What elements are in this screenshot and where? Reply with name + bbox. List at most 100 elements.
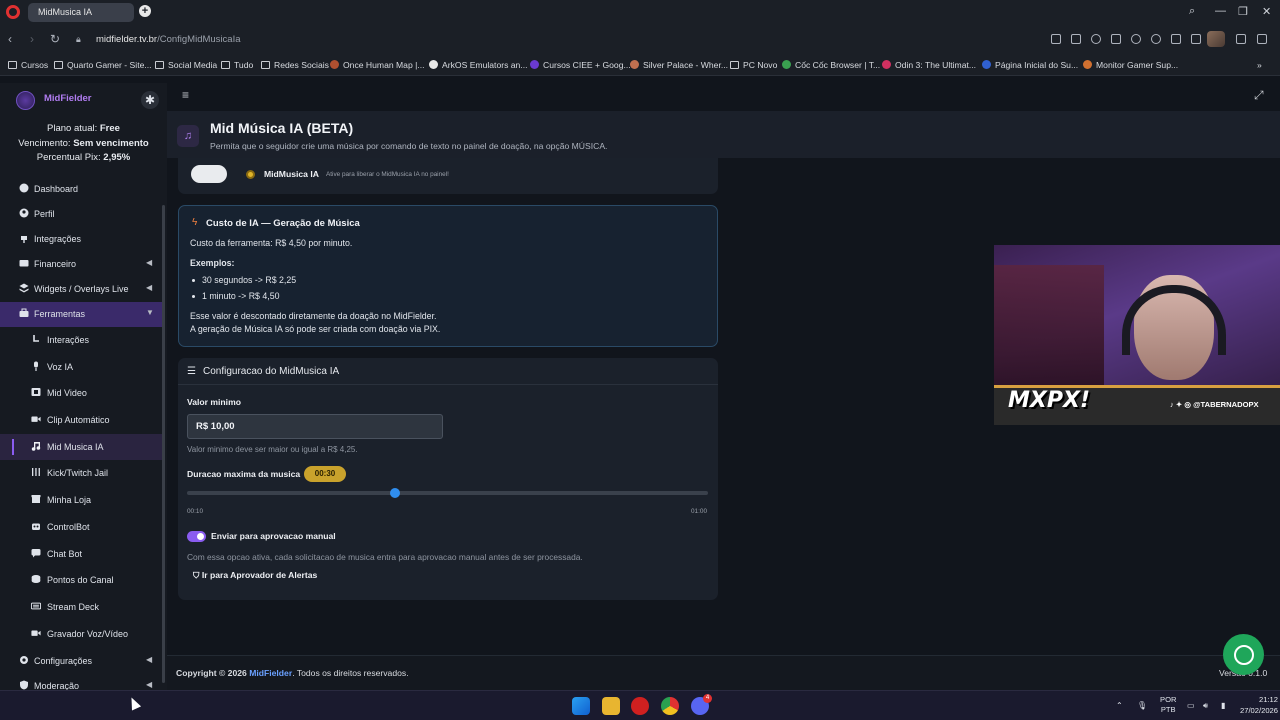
- page-subtitle: Permita que o seguidor crie uma música p…: [210, 141, 608, 151]
- bookmark-silver-palace[interactable]: Silver Palace - Wher...: [630, 60, 728, 70]
- sidebar-subitem-pontos-do-canal[interactable]: Pontos do Canal: [0, 567, 162, 594]
- clock[interactable]: 21:12 27/02/2026: [1240, 694, 1278, 716]
- enable-card: MidMusica IA Ative para liberar o MidMus…: [178, 158, 718, 194]
- reload-icon[interactable]: ↻: [50, 32, 60, 46]
- sidebar-subitem-clip-automatico[interactable]: Clip Automático: [0, 407, 162, 434]
- minimize-icon[interactable]: —: [1215, 5, 1226, 17]
- restore-icon[interactable]: ❐: [1238, 5, 1248, 18]
- profile-avatar[interactable]: [1207, 31, 1225, 47]
- min-value-input[interactable]: R$ 10,00: [187, 414, 443, 439]
- midmusica-enable-toggle[interactable]: [191, 165, 227, 183]
- manual-approval-toggle[interactable]: [187, 531, 206, 542]
- sidebar-subitem-mid-musica-ia[interactable]: Mid Musica IA: [0, 433, 162, 461]
- sidebar-item-perfil[interactable]: Perfil: [0, 202, 162, 227]
- chat-support-button[interactable]: [1223, 634, 1264, 675]
- sidebar-item-widgets[interactable]: Widgets / Overlays Live ◀: [0, 277, 162, 302]
- robot-icon: [32, 523, 40, 530]
- forward-icon[interactable]: ›: [30, 32, 34, 46]
- bookmark-cursos[interactable]: Cursos: [8, 60, 48, 70]
- sidebar-subitem-stream-deck[interactable]: Stream Deck: [0, 594, 162, 621]
- new-tab-button[interactable]: +: [139, 5, 151, 17]
- approver-button[interactable]: ⛉ Ir para Aprovador de Alertas: [187, 570, 317, 586]
- sidebar-scrollbar[interactable]: [162, 205, 165, 683]
- display-icon[interactable]: ▭: [1187, 701, 1195, 710]
- fullscreen-icon[interactable]: ⤢: [1254, 88, 1264, 103]
- discord-icon[interactable]: 4: [691, 694, 712, 715]
- play-icon[interactable]: [1131, 34, 1141, 44]
- gear-icon[interactable]: ✱: [141, 91, 159, 109]
- bookmark-odin3[interactable]: Odin 3: The Ultimat...: [882, 60, 976, 70]
- sidebar-item-ferramentas[interactable]: Ferramentas ▼: [0, 302, 162, 327]
- favicon: [630, 60, 639, 69]
- camera-icon[interactable]: [1071, 34, 1081, 44]
- lock-icon[interactable]: 🔒︎: [76, 34, 81, 45]
- split-view-icon[interactable]: [1236, 34, 1246, 44]
- battery-icon[interactable]: ▮: [1221, 701, 1225, 710]
- extension-icon[interactable]: [1111, 34, 1121, 44]
- windows-start-icon[interactable]: [572, 697, 590, 715]
- sidebar-subitem-mid-video[interactable]: Mid Video: [0, 380, 162, 407]
- pix-label: Percentual Pix:: [36, 152, 101, 163]
- folder-icon: [8, 61, 17, 69]
- heart-icon[interactable]: [1151, 34, 1161, 44]
- shield-icon: ⛉: [193, 570, 200, 580]
- opera-logo-icon[interactable]: [6, 5, 20, 19]
- shield-icon[interactable]: [1091, 34, 1101, 44]
- bookmark-tudo[interactable]: Tudo: [221, 60, 253, 70]
- sidebar-subitem-chat-bot[interactable]: Chat Bot: [0, 541, 162, 568]
- bookmark-arkos[interactable]: ArkOS Emulators an...: [429, 60, 528, 70]
- cost-title: Custo de IA — Geração de Música: [206, 218, 360, 229]
- bookmark-social-media[interactable]: Social Media: [155, 60, 217, 70]
- download-icon[interactable]: [1171, 34, 1181, 44]
- cog-icon: [20, 656, 28, 665]
- sidebar-item-configuracoes[interactable]: Configurações ◀: [0, 649, 162, 674]
- mic-icon[interactable]: 🎙︎: [1137, 701, 1147, 710]
- sidebar-subitem-kick-twitch-jail[interactable]: Kick/Twitch Jail: [0, 460, 162, 487]
- sidebar-item-dashboard[interactable]: Dashboard: [0, 177, 162, 202]
- tray-overflow-icon[interactable]: ⌃: [1116, 701, 1123, 710]
- sidebar-subitem-voz-ia[interactable]: Voz IA: [0, 354, 162, 381]
- volume-icon[interactable]: 🔊︎: [1203, 701, 1208, 711]
- recorder-icon: [31, 630, 41, 636]
- taskbar: 4 ⌃ 🎙︎ POR PTB ▭ 🔊︎ ▮ 21:12 27/02/2026: [0, 690, 1280, 720]
- bookmark-pagina-inicial[interactable]: Página Inicial do Su...: [982, 60, 1078, 70]
- language-indicator[interactable]: POR PTB: [1160, 695, 1176, 715]
- bookmark-monitor-gamer[interactable]: Monitor Gamer Sup...: [1083, 60, 1178, 70]
- bookmark-once-human[interactable]: Once Human Map |...: [330, 60, 425, 70]
- footer-brand-link[interactable]: MidFielder: [249, 668, 292, 678]
- chrome-icon[interactable]: [661, 697, 679, 715]
- menu-icon[interactable]: [1191, 34, 1201, 44]
- sidebar-subitem-controlbot[interactable]: ControlBot: [0, 514, 162, 541]
- edit-icon[interactable]: [1051, 34, 1061, 44]
- back-icon[interactable]: ‹: [8, 32, 12, 46]
- search-tabs-icon[interactable]: ⌕: [1189, 5, 1195, 18]
- opera-taskbar-icon[interactable]: [631, 697, 649, 715]
- sidebar-subitem-minha-loja[interactable]: Minha Loja: [0, 487, 162, 514]
- chevron-down-icon: ▼: [146, 308, 154, 317]
- close-window-icon[interactable]: ✕: [1262, 5, 1271, 18]
- sidebar-item-integracoes[interactable]: Integrações: [0, 227, 162, 252]
- file-explorer-icon[interactable]: [602, 697, 620, 715]
- duration-slider[interactable]: [187, 488, 708, 498]
- settings-cube-icon[interactable]: [1257, 34, 1267, 44]
- browser-tabbar: MidMusica IA + ⌕ — ❐ ✕: [0, 0, 1280, 26]
- bookmark-pc-novo[interactable]: PC Novo: [730, 60, 777, 70]
- sidebar-item-moderacao[interactable]: Moderação ◀: [0, 674, 162, 690]
- url-field[interactable]: midfielder.tv.br/ConfigMidMusicaIa: [96, 34, 241, 45]
- duration-slider-thumb[interactable]: [390, 488, 401, 498]
- bookmarks-more-icon[interactable]: »: [1257, 60, 1262, 70]
- coin-icon: [246, 170, 255, 179]
- store-icon: [31, 495, 41, 504]
- browser-tab[interactable]: MidMusica IA: [28, 3, 134, 22]
- sidebar-subitem-interacoes[interactable]: Interações: [0, 327, 162, 354]
- sidebar-subitem-gravador[interactable]: Gravador Voz/Vídeo: [0, 621, 162, 648]
- hamburger-menu-icon[interactable]: ≡: [182, 88, 189, 102]
- sidebar-item-financeiro[interactable]: Financeiro ◀: [0, 252, 162, 277]
- bookmark-cursos-ciee[interactable]: Cursos CIEE + Goog...: [530, 60, 631, 70]
- webcam-overlay: MXPX! ♪ ✦ ◎ @TABERNADOPX: [994, 245, 1280, 425]
- bookmark-redes-sociais[interactable]: Redes Sociais: [261, 60, 329, 70]
- bookmark-quarto-gamer[interactable]: Quarto Gamer - Site...: [54, 60, 152, 70]
- bookmark-coccoc[interactable]: Cốc Cốc Browser | T...: [782, 60, 880, 70]
- min-value-help: Valor minimo deve ser maior ou igual a R…: [187, 445, 358, 454]
- keyboard-icon: [31, 602, 41, 610]
